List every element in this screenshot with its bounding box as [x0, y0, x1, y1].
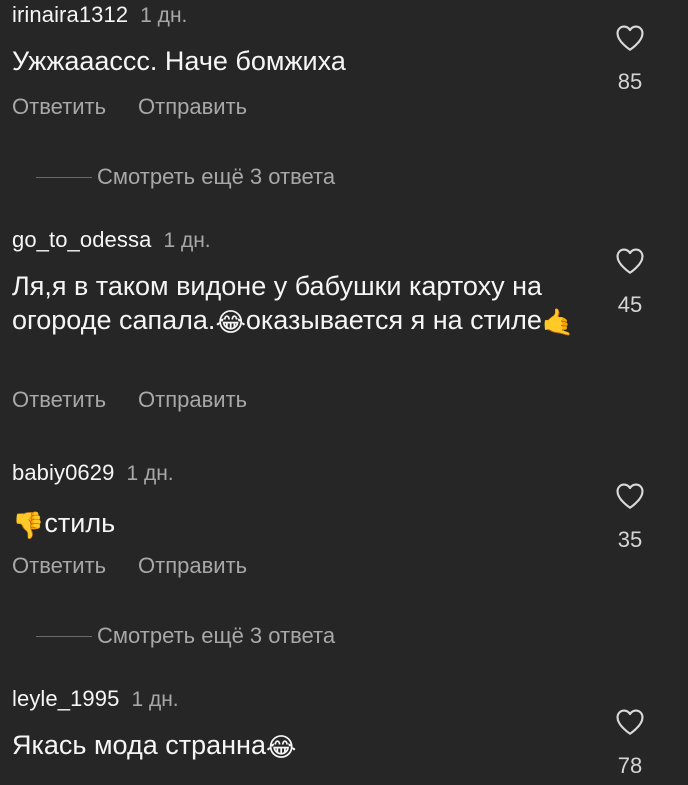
comment-username[interactable]: babiy0629 [12, 460, 114, 485]
thumbs-down-emoji-icon: 👎 [12, 510, 45, 540]
comment-text: Ужжааассс. Наче бомжиха [12, 46, 346, 76]
comment-actions: Ответить Отправить [12, 92, 247, 122]
like-count: 35 [617, 527, 643, 552]
heart-icon[interactable] [613, 244, 647, 278]
view-replies-button[interactable]: Смотреть ещё 3 ответа [0, 162, 688, 192]
laughing-emoji-icon: 😂 [265, 732, 297, 762]
reply-button[interactable]: Ответить [12, 553, 106, 578]
reply-button[interactable]: Ответить [12, 387, 106, 412]
comment-time: 1 дн. [140, 4, 188, 27]
like-control: 85 [604, 21, 656, 95]
comment-time: 1 дн. [126, 462, 174, 485]
like-count: 85 [617, 69, 643, 94]
comment-meta: babiy0629 1 дн. [12, 458, 174, 489]
comment-time: 1 дн. [131, 688, 179, 711]
view-replies-label[interactable]: Смотреть ещё 3 ответа [97, 162, 335, 192]
comment-text-part: оказывается я на стиле [245, 305, 542, 335]
send-button[interactable]: Отправить [138, 553, 247, 578]
comment-text: Якась мода странна😂 [12, 728, 582, 762]
send-button[interactable]: Отправить [138, 387, 247, 412]
like-control: 35 [604, 479, 656, 553]
like-count: 78 [617, 753, 643, 778]
comment-username[interactable]: irinaira1312 [12, 2, 128, 27]
comment-text: 👎стиль [12, 506, 582, 540]
comment-username[interactable]: go_to_odessa [12, 227, 151, 252]
comment-text: Ля,я в таком видоне у бабушки картоху на… [12, 269, 582, 337]
comment-meta: irinaira1312 1 дн. [12, 0, 187, 31]
laughing-emoji-icon: 😂 [215, 307, 246, 337]
reply-button[interactable]: Ответить [12, 94, 106, 119]
comment-meta: go_to_odessa 1 дн. [12, 225, 211, 256]
like-control: 78 [604, 705, 656, 779]
comment-actions: Ответить Отправить [12, 551, 247, 581]
send-button[interactable]: Отправить [138, 94, 247, 119]
heart-icon[interactable] [613, 479, 647, 513]
comment-text-part: стиль [44, 508, 116, 538]
like-count: 45 [617, 292, 643, 317]
view-replies-button[interactable]: Смотреть ещё 3 ответа [0, 621, 688, 651]
comment-text-part: Якась мода странна [12, 730, 266, 760]
comment-time: 1 дн. [163, 229, 211, 252]
call-me-hand-emoji-icon: 🤙 [541, 307, 575, 337]
comment-actions: Ответить Отправить [12, 385, 247, 415]
comment-meta: leyle_1995 1 дн. [12, 684, 179, 715]
comment-username[interactable]: leyle_1995 [12, 686, 119, 711]
comments-screen: { "comments": [ { "username": "irinaira1… [0, 0, 688, 785]
view-replies-label[interactable]: Смотреть ещё 3 ответа [97, 621, 335, 651]
like-control: 45 [604, 244, 656, 318]
heart-icon[interactable] [613, 705, 647, 739]
heart-icon[interactable] [613, 21, 647, 55]
replies-divider [36, 177, 92, 178]
replies-divider [36, 636, 92, 637]
